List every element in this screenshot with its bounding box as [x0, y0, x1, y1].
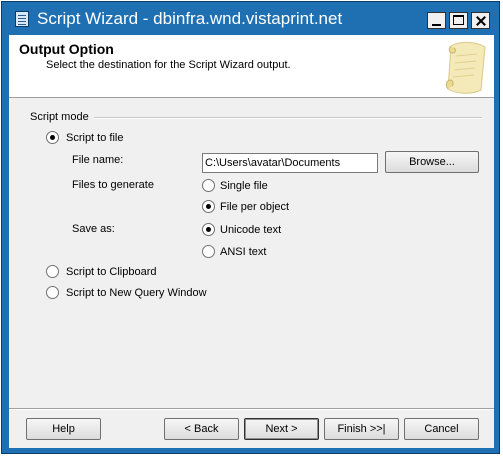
scroll-icon	[445, 41, 486, 94]
back-button[interactable]: < Back	[164, 418, 239, 440]
wizard-client-area: Output Option Select the destination for…	[9, 35, 494, 448]
window-title: Script Wizard - dbinfra.wnd.vistaprint.n…	[37, 9, 343, 28]
finish-button[interactable]: Finish >>|	[324, 418, 399, 440]
script-to-file-label[interactable]: Script to file	[66, 132, 123, 145]
minimize-button[interactable]	[427, 12, 446, 29]
script-to-file-radio[interactable]	[46, 131, 59, 144]
single-file-radio[interactable]	[202, 179, 215, 192]
script-to-new-query-window-label[interactable]: Script to New Query Window	[66, 287, 207, 300]
script-to-new-query-window-radio[interactable]	[46, 286, 59, 299]
file-name-label: File name:	[72, 154, 124, 166]
file-per-object-label[interactable]: File per object	[220, 201, 289, 214]
unicode-text-label[interactable]: Unicode text	[220, 224, 281, 237]
script-wizard-window: Script Wizard - dbinfra.wnd.vistaprint.n…	[1, 1, 500, 454]
cancel-button[interactable]: Cancel	[404, 418, 479, 440]
page-title: Output Option	[19, 41, 114, 57]
app-icon	[15, 11, 29, 27]
unicode-text-radio[interactable]	[202, 223, 215, 236]
next-button[interactable]: Next >	[244, 418, 319, 440]
maximize-button[interactable]	[449, 12, 468, 29]
script-to-clipboard-label[interactable]: Script to Clipboard	[66, 266, 157, 279]
ansi-text-label[interactable]: ANSI text	[220, 246, 266, 259]
file-name-input[interactable]	[202, 153, 378, 173]
title-bar[interactable]: Script Wizard - dbinfra.wnd.vistaprint.n…	[2, 2, 499, 36]
help-button[interactable]: Help	[26, 418, 101, 440]
save-as-label: Save as:	[72, 223, 115, 235]
script-mode-group-label: Script mode	[30, 111, 89, 123]
single-file-label[interactable]: Single file	[220, 180, 268, 193]
ansi-text-radio[interactable]	[202, 245, 215, 258]
wizard-header: Output Option Select the destination for…	[9, 35, 494, 98]
file-per-object-radio[interactable]	[202, 200, 215, 213]
footer-separator	[9, 408, 494, 410]
browse-button[interactable]: Browse...	[385, 151, 479, 173]
script-to-clipboard-radio[interactable]	[46, 265, 59, 278]
close-button[interactable]	[471, 12, 490, 29]
files-to-generate-label: Files to generate	[72, 179, 154, 191]
page-subtitle: Select the destination for the Script Wi…	[46, 59, 291, 71]
group-separator	[94, 117, 482, 119]
